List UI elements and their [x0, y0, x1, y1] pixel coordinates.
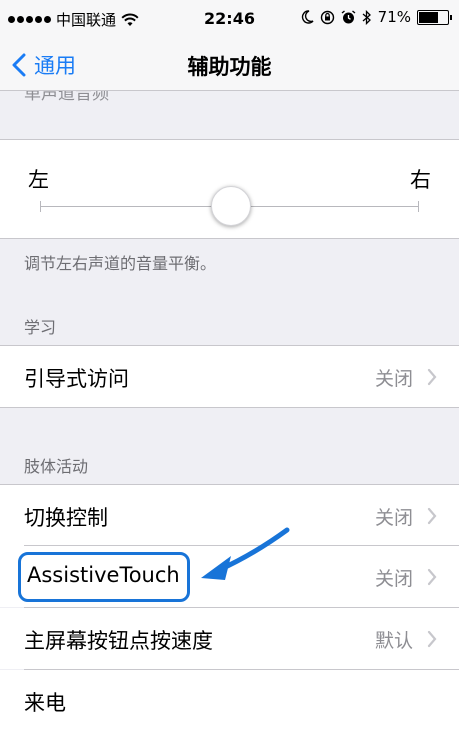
- balance-footer: 调节左右声道的音量平衡。: [24, 254, 217, 273]
- moon-icon: [301, 10, 314, 24]
- chevron-right-icon: [427, 507, 437, 525]
- partial-footer: 单声道音频: [0, 91, 459, 139]
- incoming-call-row[interactable]: 来电: [0, 670, 459, 732]
- row-value: 默认: [374, 630, 413, 652]
- battery-icon: [417, 9, 452, 25]
- status-right: 71%: [301, 8, 452, 26]
- alarm-icon: [341, 9, 356, 23]
- balance-slider-thumb[interactable]: [210, 186, 251, 226]
- row-value: 关闭: [374, 507, 413, 529]
- page-title: 辅助功能: [187, 55, 272, 79]
- row-value: 关闭: [374, 568, 413, 590]
- section-header-physical: 肢体活动: [24, 457, 89, 476]
- navigation-bar: 通用 辅助功能: [0, 38, 459, 91]
- row-label: 切换控制: [24, 506, 108, 530]
- orientation-lock-icon: [320, 10, 334, 24]
- row-label: 引导式访问: [24, 367, 129, 391]
- slider-left-label: 左: [28, 168, 49, 192]
- chevron-right-icon: [427, 368, 437, 386]
- row-label: 来电: [24, 691, 66, 715]
- balance-slider-group: 左 右: [0, 139, 459, 239]
- row-value: 关闭: [374, 368, 413, 390]
- annotation-arrow-icon: [201, 527, 290, 580]
- guided-access-row[interactable]: 引导式访问 关闭: [0, 345, 459, 408]
- partial-footer-text: 单声道音频: [24, 91, 109, 104]
- slider-right-label: 右: [410, 168, 431, 192]
- battery-percent: 71%: [377, 8, 411, 26]
- status-bar: 中国联通 22:46 71%: [0, 0, 459, 38]
- chevron-right-icon: [427, 568, 437, 586]
- home-click-speed-row[interactable]: 主屏幕按钮点按速度 默认: [0, 608, 459, 669]
- annotation-highlight-box: [18, 552, 190, 602]
- chevron-right-icon: [427, 630, 437, 648]
- row-label: 主屏幕按钮点按速度: [24, 629, 213, 653]
- battery-fill: [419, 11, 439, 23]
- bluetooth-icon: [362, 9, 371, 25]
- section-header-learning: 学习: [24, 318, 57, 337]
